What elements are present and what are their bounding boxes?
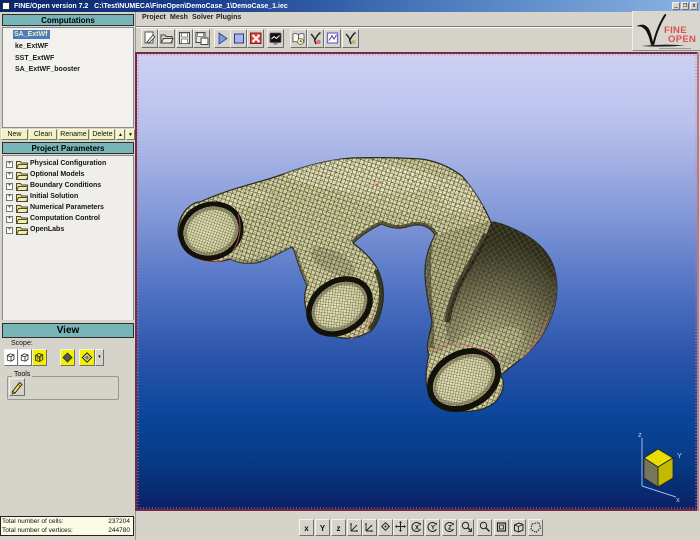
svg-text:Y: Y: [677, 451, 682, 460]
svg-text:Y: Y: [320, 524, 326, 533]
svg-text:X: X: [415, 526, 419, 532]
svg-text:z: z: [337, 524, 341, 533]
svg-text:Y: Y: [431, 526, 435, 532]
svg-text:Z: Z: [448, 526, 452, 532]
svg-text:z: z: [638, 430, 642, 439]
svg-text:x: x: [676, 495, 680, 504]
svg-text:OPEN: OPEN: [668, 34, 696, 45]
svg-text:x: x: [304, 524, 309, 533]
